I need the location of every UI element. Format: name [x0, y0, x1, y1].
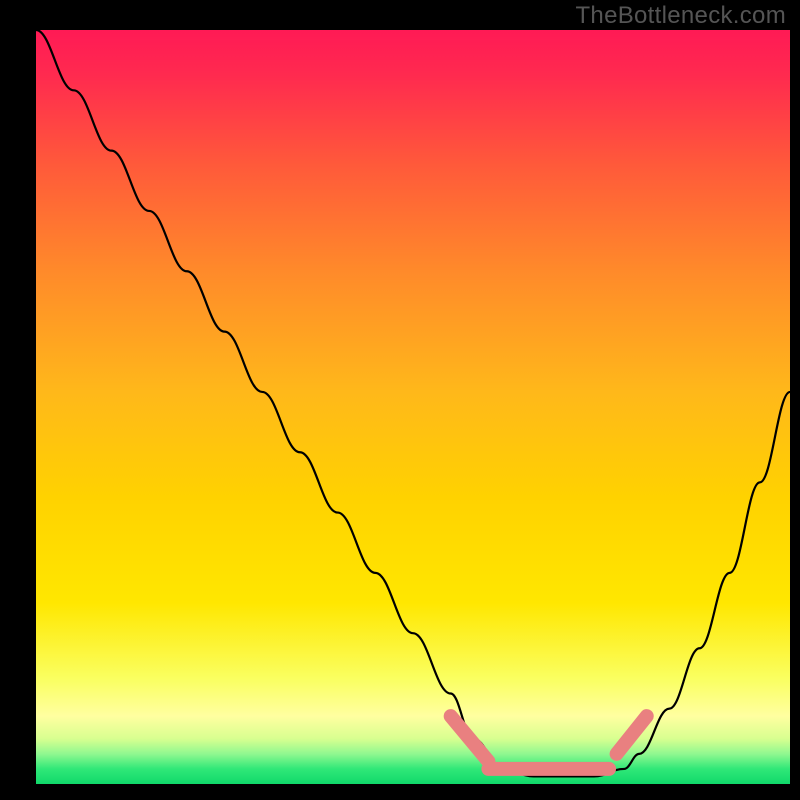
gradient-background: [36, 30, 790, 784]
frame-bottom: [0, 784, 800, 800]
chart-container: TheBottleneck.com: [0, 0, 800, 800]
frame-right: [790, 0, 800, 800]
bottleneck-chart: [0, 0, 800, 800]
frame-left: [0, 0, 36, 800]
attribution-text: TheBottleneck.com: [575, 4, 786, 28]
